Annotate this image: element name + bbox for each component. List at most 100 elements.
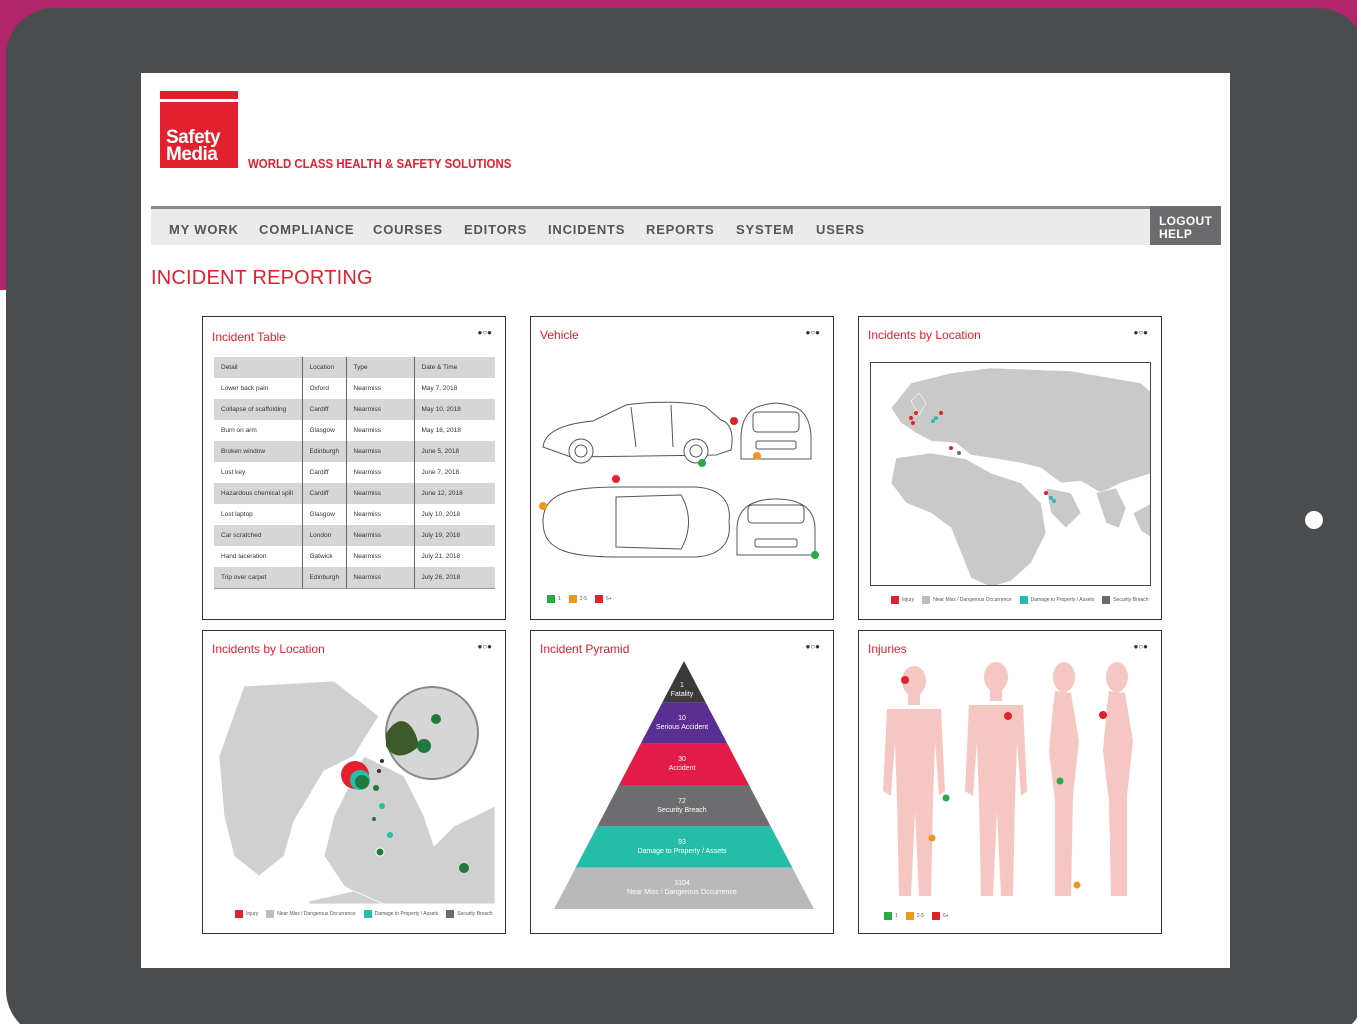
incident-table: Detail Location Type Date & Time Lower b… bbox=[214, 357, 495, 589]
column-header[interactable]: Date & Time bbox=[414, 357, 495, 378]
legend-label: 1 bbox=[895, 913, 898, 919]
incident-table-panel: Incident Table ●○● Detail Location Type … bbox=[202, 316, 506, 620]
legend-label: Damage to Property / Assets bbox=[1030, 597, 1095, 603]
table-row[interactable]: Trip over carpet Edinburgh Nearmiss July 26… bbox=[214, 567, 495, 589]
table-cell: June 7, 2018 bbox=[421, 469, 460, 476]
nav-editors[interactable]: EDITORS bbox=[464, 222, 527, 237]
column-header[interactable]: Detail bbox=[214, 357, 303, 378]
marker-red[interactable] bbox=[730, 417, 738, 425]
legend-label: 1 bbox=[558, 596, 561, 602]
uk-map-legend: Injury Near Miss / Dangerous Occurrence … bbox=[235, 910, 498, 918]
table-row[interactable]: Hand laceration Gatwick Nearmiss July 21, 2… bbox=[214, 546, 495, 567]
nav-courses[interactable]: COURSES bbox=[373, 222, 443, 237]
legend-swatch-security bbox=[446, 910, 455, 918]
account-menu: LOGOUT HELP bbox=[1150, 206, 1221, 245]
pyramid-layer-label: 72 Security Breach bbox=[531, 797, 833, 815]
table-cell: Nearmiss bbox=[346, 378, 415, 399]
vehicle-diagram bbox=[542, 401, 816, 558]
panel-title: Incidents by Location bbox=[868, 328, 981, 342]
table-cell: Trip over carpet bbox=[214, 567, 303, 589]
table-cell: Oxford bbox=[302, 378, 347, 399]
table-row[interactable]: Burn on arm Glasgow Nearmiss May 18, 2018 bbox=[214, 420, 495, 441]
pyramid-category: Near Miss / Dangerous Occurrence bbox=[627, 889, 737, 897]
marker-orange[interactable] bbox=[753, 452, 761, 460]
injuries-legend: 1 2-5 6+ bbox=[884, 912, 954, 920]
table-cell: Gatwick bbox=[302, 546, 347, 567]
help-link[interactable]: HELP bbox=[1159, 227, 1192, 241]
panel-title: Incidents by Location bbox=[212, 642, 325, 656]
world-map[interactable] bbox=[870, 362, 1151, 586]
world-map-shapes bbox=[890, 367, 1150, 585]
pyramid-count: 3104 bbox=[674, 880, 690, 888]
pyramid-layer-label: 3104 Near Miss / Dangerous Occurrence bbox=[531, 879, 833, 897]
pyramid-category: Damage to Property / Assets bbox=[637, 848, 727, 855]
uk-map[interactable] bbox=[214, 676, 495, 904]
table-row[interactable]: Lost laptop Glasgow Nearmiss July 10, 2018 bbox=[214, 504, 495, 525]
world-map-panel: Incidents by Location ●○● Injury Near Mi… bbox=[858, 316, 1162, 620]
table-cell: May 18, 2018 bbox=[421, 427, 461, 434]
table-cell: July 19, 2018 bbox=[414, 525, 495, 546]
panel-options-icon[interactable]: ●○● bbox=[478, 328, 493, 337]
panel-options-icon[interactable]: ●○● bbox=[1134, 328, 1149, 337]
nav-incidents[interactable]: INCIDENTS bbox=[548, 222, 625, 237]
table-row[interactable]: Car scratched London Nearmiss July 19, 2018 bbox=[214, 525, 495, 546]
page-title: INCIDENT REPORTING bbox=[151, 267, 373, 289]
body-side-left bbox=[1049, 662, 1079, 896]
tablet-home-button[interactable] bbox=[1305, 511, 1323, 529]
table-cell: June 12, 2018 bbox=[414, 483, 495, 504]
nav-compliance[interactable]: COMPLIANCE bbox=[259, 222, 354, 237]
world-map-legend: Injury Near Miss / Dangerous Occurrence … bbox=[891, 596, 1154, 604]
nav-users[interactable]: USERS bbox=[816, 222, 865, 237]
marker-cluster-green bbox=[355, 775, 369, 789]
table-row[interactable]: Collapse of scaffolding Cardiff Nearmiss Ma… bbox=[214, 399, 495, 420]
pyramid-layer-label: 93 Damage to Property / Assets bbox=[531, 838, 833, 856]
table-cell: Edinburgh bbox=[302, 441, 347, 462]
table-header-row: Detail Location Type Date & Time bbox=[214, 357, 495, 378]
app-screen: Safety Media WORLD CLASS HEALTH & SAFETY… bbox=[141, 73, 1230, 968]
nav-system[interactable]: SYSTEM bbox=[736, 222, 794, 237]
panel-title: Incident Table bbox=[212, 330, 286, 344]
table-row[interactable]: Lost key Cardiff Nearmiss June 7, 2018 bbox=[214, 462, 495, 483]
pyramid-count: 72 bbox=[678, 797, 686, 805]
legend-label: Security Breach bbox=[457, 911, 493, 917]
table-cell: July 21, 2018 bbox=[421, 553, 461, 560]
table-cell: Nearmiss bbox=[346, 504, 415, 525]
nav-my-work[interactable]: MY WORK bbox=[169, 222, 239, 237]
legend-swatch-injury bbox=[235, 910, 243, 918]
legend-swatch-security bbox=[1102, 596, 1111, 604]
safety-media-logo[interactable]: Safety Media bbox=[160, 91, 238, 168]
panel-options-icon[interactable]: ●○● bbox=[478, 642, 493, 651]
column-header[interactable]: Type bbox=[346, 357, 415, 378]
body-diagram bbox=[883, 662, 1133, 896]
table-cell: May 7, 2018 bbox=[421, 385, 458, 392]
marker-red[interactable] bbox=[612, 475, 620, 483]
table-row[interactable]: Broken window Edinburgh Nearmiss June 5, 20… bbox=[214, 441, 495, 462]
pyramid-layer-label: 30 Accident bbox=[531, 755, 833, 773]
pyramid-count: 10 bbox=[678, 715, 686, 722]
table-cell: Nearmiss bbox=[346, 546, 415, 567]
brand-tagline: WORLD CLASS HEALTH & SAFETY SOLUTIONS bbox=[248, 156, 512, 171]
table-cell: Nearmiss bbox=[346, 462, 415, 483]
nav-reports[interactable]: REPORTS bbox=[646, 222, 714, 237]
legend-swatch-near-miss bbox=[922, 596, 931, 604]
table-cell: London bbox=[302, 525, 347, 546]
table-cell: Nearmiss bbox=[346, 399, 415, 420]
legend-swatch-red bbox=[932, 912, 941, 920]
pyramid-layer-label: 1 Fatality bbox=[531, 681, 833, 699]
marker-green[interactable] bbox=[698, 459, 706, 467]
zoom-lens bbox=[385, 686, 479, 780]
table-row[interactable]: Lower back pain Oxford Nearmiss May 7, 2018 bbox=[214, 378, 495, 399]
table-cell: Cardiff bbox=[302, 483, 347, 504]
body-front bbox=[883, 666, 945, 896]
column-header[interactable]: Location bbox=[302, 357, 347, 378]
body-side-right bbox=[1103, 662, 1133, 896]
uk-map-panel: Incidents by Location ●○● Injury Near Mi… bbox=[202, 630, 506, 934]
marker-green[interactable] bbox=[811, 551, 819, 559]
logout-link[interactable]: LOGOUT bbox=[1159, 214, 1212, 228]
table-row[interactable]: Hazardous chemical spill Cardiff Nearmiss J… bbox=[214, 483, 495, 504]
marker-orange[interactable] bbox=[539, 502, 547, 510]
table-cell: Lost key bbox=[214, 462, 303, 483]
table-cell: Nearmiss bbox=[346, 567, 415, 589]
table-cell: July 10, 2018 bbox=[421, 511, 461, 518]
legend-swatch-green bbox=[884, 912, 892, 920]
